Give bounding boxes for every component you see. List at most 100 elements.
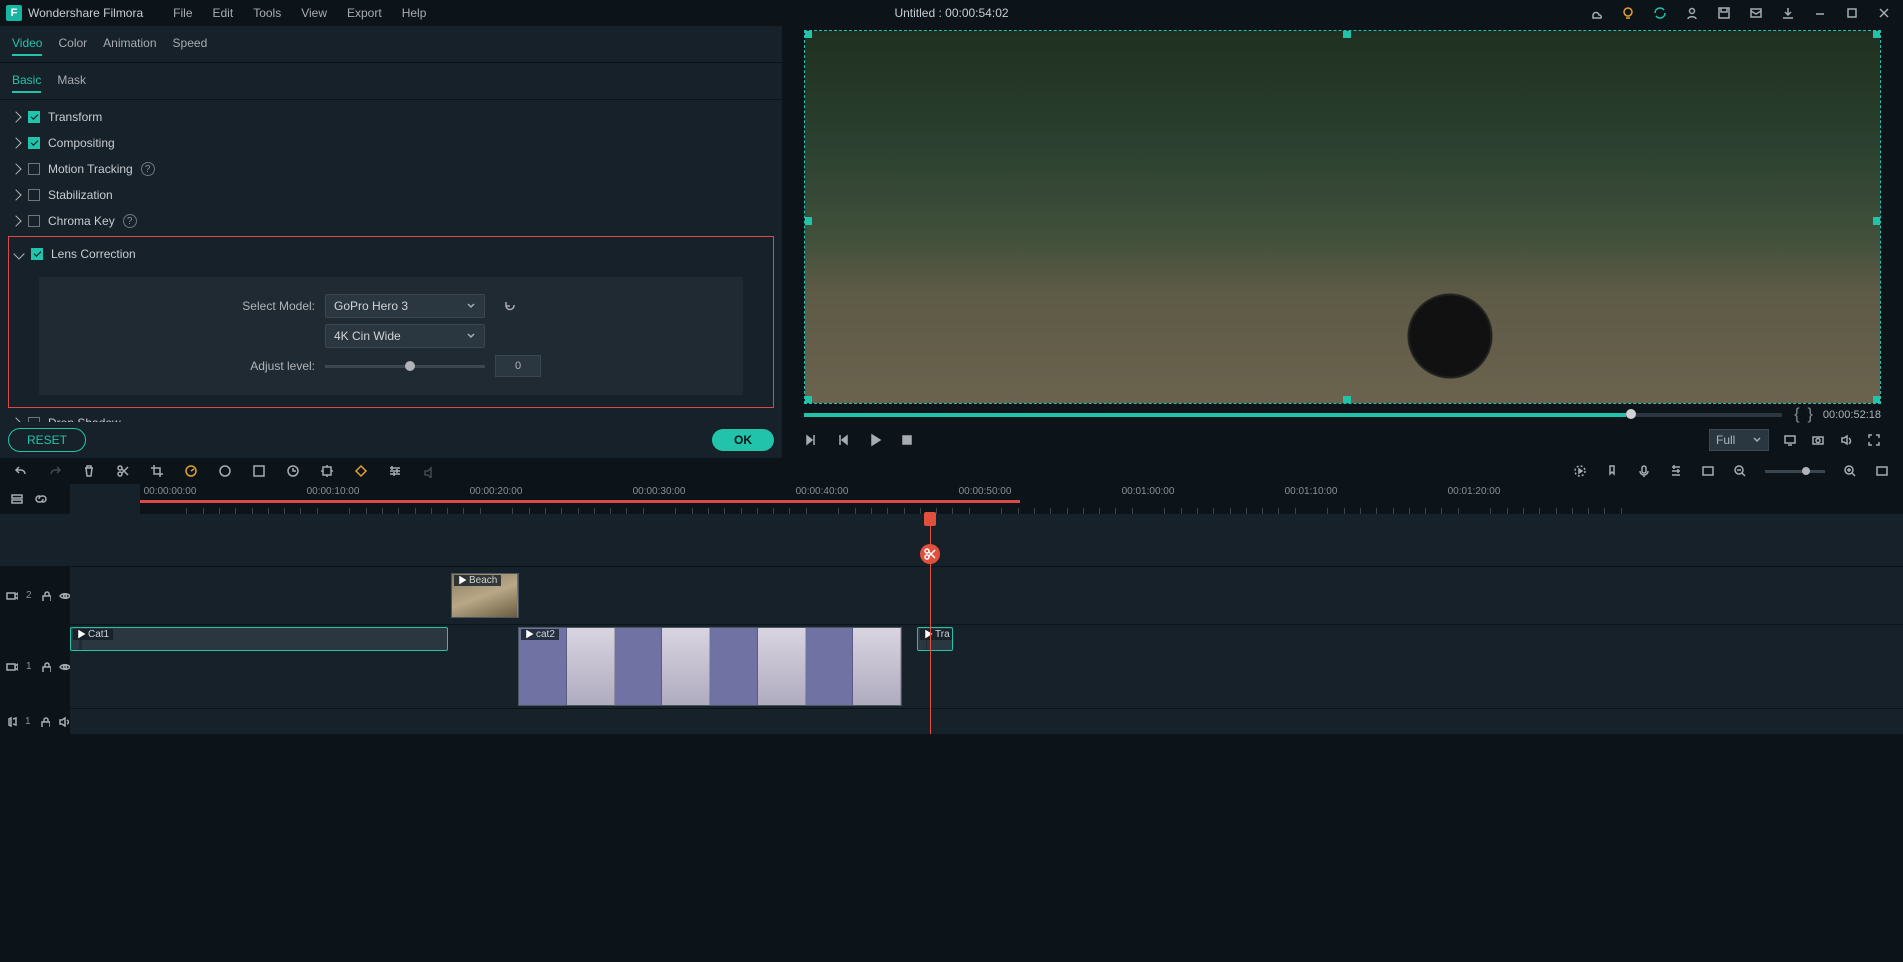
download-icon[interactable]: [1781, 6, 1795, 20]
resize-handle[interactable]: [1873, 30, 1881, 38]
green-screen-icon[interactable]: [252, 464, 266, 478]
visible-icon[interactable]: [59, 661, 70, 672]
menu-view[interactable]: View: [291, 6, 337, 20]
menu-edit[interactable]: Edit: [203, 6, 244, 20]
fullscreen-icon[interactable]: [1867, 433, 1881, 447]
save-icon[interactable]: [1717, 6, 1731, 20]
tab-animation[interactable]: Animation: [103, 32, 156, 56]
marker-icon[interactable]: [1605, 464, 1619, 478]
delete-icon[interactable]: [82, 464, 96, 478]
notification-icon[interactable]: [1749, 6, 1763, 20]
close-icon[interactable]: [1877, 6, 1891, 20]
cloud-icon[interactable]: [1589, 6, 1603, 20]
help-icon[interactable]: ?: [141, 162, 155, 176]
checkbox-drop-shadow[interactable]: [28, 417, 40, 422]
timeline-ruler[interactable]: 00:00:00:0000:00:10:0000:00:20:0000:00:3…: [140, 484, 1903, 514]
zoom-out-icon[interactable]: [1733, 464, 1747, 478]
split-scissors-icon[interactable]: [920, 544, 940, 564]
clip-tra[interactable]: Tra: [917, 627, 953, 651]
motion-tracking-icon[interactable]: [320, 464, 334, 478]
section-drop-shadow[interactable]: Drop Shadow: [6, 410, 776, 422]
zoom-slider[interactable]: [1765, 470, 1825, 473]
preview-scrub-bar[interactable]: { } 00:00:52:18: [804, 406, 1881, 424]
audio-mixer-icon[interactable]: [1669, 464, 1683, 478]
frame-fwd-icon[interactable]: [836, 433, 850, 447]
tab-video[interactable]: Video: [12, 32, 42, 56]
adjust-level-value[interactable]: 0: [495, 355, 541, 377]
zoom-in-icon[interactable]: [1843, 464, 1857, 478]
checkbox-chroma-key[interactable]: [28, 215, 40, 227]
subtab-mask[interactable]: Mask: [57, 69, 86, 93]
resize-handle[interactable]: [1343, 396, 1351, 404]
minimize-icon[interactable]: [1813, 6, 1827, 20]
mark-out-icon[interactable]: }: [1808, 406, 1813, 424]
zoom-fit-icon[interactable]: [1875, 464, 1889, 478]
frame-back-icon[interactable]: [804, 433, 818, 447]
preview-canvas[interactable]: [804, 30, 1881, 404]
checkbox-lens-correction[interactable]: [31, 248, 43, 260]
keyframe-time-icon[interactable]: [286, 464, 300, 478]
playhead[interactable]: [930, 514, 931, 734]
tab-color[interactable]: Color: [58, 32, 87, 56]
resize-handle[interactable]: [804, 217, 812, 225]
section-stabilization[interactable]: Stabilization: [6, 182, 776, 208]
clip-beach[interactable]: Beach: [451, 573, 519, 618]
adjust-thumb-icon[interactable]: [1701, 464, 1715, 478]
ok-button[interactable]: OK: [712, 429, 774, 451]
preview-quality-select[interactable]: Full: [1709, 429, 1769, 451]
resize-handle[interactable]: [804, 30, 812, 38]
menu-export[interactable]: Export: [337, 6, 392, 20]
adjust-level-slider[interactable]: [325, 365, 485, 368]
account-icon[interactable]: [1685, 6, 1699, 20]
clip-cat2[interactable]: cat2: [518, 627, 902, 706]
timeline-view-icon[interactable]: [10, 492, 24, 506]
section-chroma-key[interactable]: Chroma Key ?: [6, 208, 776, 234]
help-icon[interactable]: ?: [123, 214, 137, 228]
crop-icon[interactable]: [150, 464, 164, 478]
volume-icon[interactable]: [1839, 433, 1853, 447]
play-icon[interactable]: [868, 433, 882, 447]
resize-handle[interactable]: [804, 396, 812, 404]
checkbox-motion-tracking[interactable]: [28, 163, 40, 175]
section-lens-correction[interactable]: Lens Correction: [9, 241, 773, 267]
menu-file[interactable]: File: [163, 6, 202, 20]
audio-detach-icon[interactable]: [422, 464, 436, 478]
snapshot-icon[interactable]: [1811, 433, 1825, 447]
stop-icon[interactable]: [900, 433, 914, 447]
resize-handle[interactable]: [1873, 217, 1881, 225]
resize-handle[interactable]: [1343, 30, 1351, 38]
link-icon[interactable]: [34, 492, 48, 506]
adjust-icon[interactable]: [388, 464, 402, 478]
color-icon[interactable]: [218, 464, 232, 478]
select-mode-dropdown[interactable]: 4K Cin Wide: [325, 324, 485, 348]
clip-cat1[interactable]: Cat1: [70, 627, 448, 651]
section-compositing[interactable]: Compositing: [6, 130, 776, 156]
checkbox-compositing[interactable]: [28, 137, 40, 149]
undo-icon[interactable]: [14, 464, 28, 478]
reset-icon[interactable]: [503, 299, 517, 313]
select-model-dropdown[interactable]: GoPro Hero 3: [325, 294, 485, 318]
menu-help[interactable]: Help: [392, 6, 437, 20]
mark-in-icon[interactable]: {: [1794, 406, 1799, 424]
render-preview-icon[interactable]: [1573, 464, 1587, 478]
lock-icon[interactable]: [39, 716, 50, 727]
menu-tools[interactable]: Tools: [243, 6, 291, 20]
lock-icon[interactable]: [40, 661, 51, 672]
checkbox-transform[interactable]: [28, 111, 40, 123]
checkbox-stabilization[interactable]: [28, 189, 40, 201]
tab-speed[interactable]: Speed: [173, 32, 208, 56]
section-motion-tracking[interactable]: Motion Tracking ?: [6, 156, 776, 182]
speed-icon[interactable]: [184, 464, 198, 478]
cut-icon[interactable]: [116, 464, 130, 478]
reset-button[interactable]: RESET: [8, 428, 86, 452]
resize-handle[interactable]: [1873, 396, 1881, 404]
keyframe-diamond-icon[interactable]: [354, 464, 368, 478]
visible-icon[interactable]: [59, 590, 70, 601]
section-transform[interactable]: Transform: [6, 104, 776, 130]
record-voice-icon[interactable]: [1637, 464, 1651, 478]
mute-icon[interactable]: [58, 716, 69, 727]
display-icon[interactable]: [1783, 433, 1797, 447]
lock-icon[interactable]: [40, 590, 51, 601]
subtab-basic[interactable]: Basic: [12, 69, 41, 93]
tips-icon[interactable]: [1621, 6, 1635, 20]
